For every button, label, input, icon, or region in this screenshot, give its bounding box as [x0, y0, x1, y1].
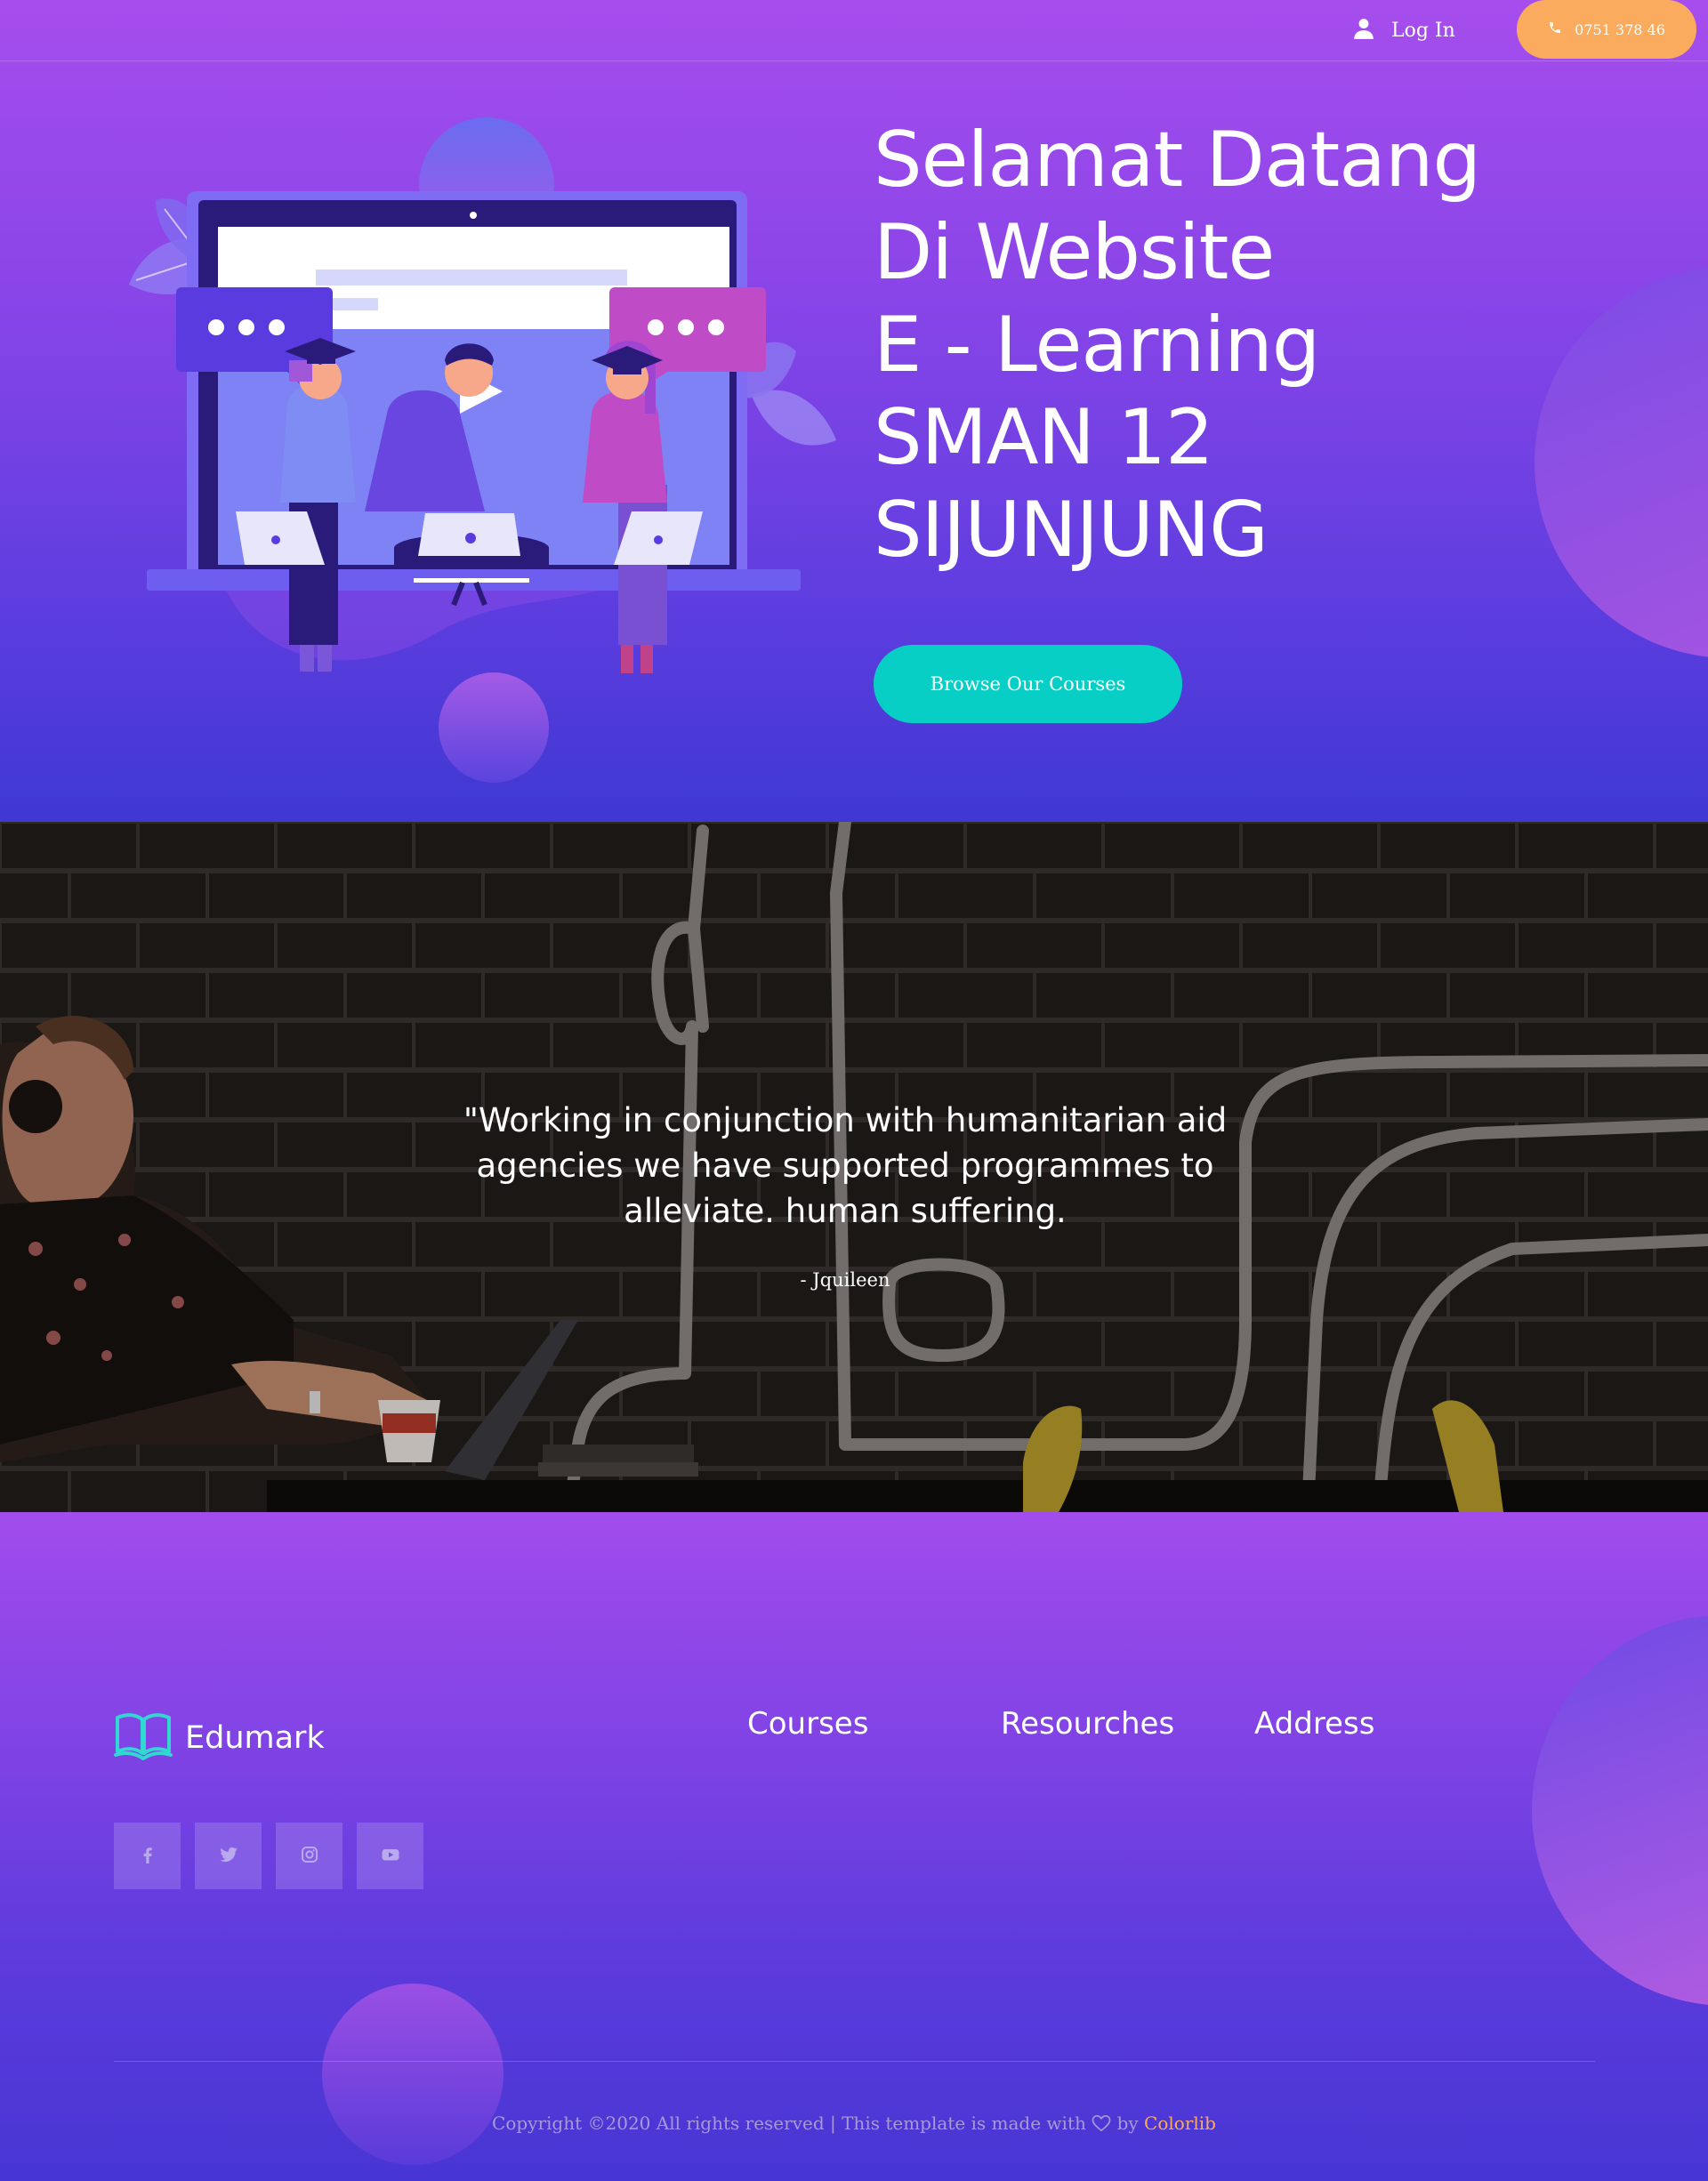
browse-courses-button[interactable]: Browse Our Courses	[874, 645, 1182, 723]
footer: Edumark Courses Resourches Address Copyr…	[0, 1512, 1708, 2181]
instagram-icon	[299, 1844, 320, 1869]
testimonial-section: "Working in conjunction with humanitaria…	[0, 822, 1708, 1512]
twitter-icon	[218, 1844, 239, 1869]
twitter-button[interactable]	[195, 1823, 262, 1889]
e-learning-illustration	[129, 117, 836, 783]
phone-button[interactable]: 0751 378 46	[1517, 0, 1696, 59]
footer-logo[interactable]: Edumark	[114, 1712, 325, 1764]
footer-divider	[114, 2061, 1595, 2062]
hero-title: Selamat Datang Di Website E - Learning S…	[874, 114, 1567, 576]
hero-title-line: SIJUNJUNG	[874, 486, 1269, 575]
hero-section: Log In 0751 378 46 Selamat Datang Di Web…	[0, 0, 1708, 822]
instagram-button[interactable]	[276, 1823, 342, 1889]
quote-text: "Working in conjunction with humanitaria…	[463, 1101, 1228, 1230]
hero-title-line: SMAN 12	[874, 393, 1214, 482]
top-bar: Log In 0751 378 46	[0, 0, 1708, 61]
heart-icon	[1092, 2114, 1111, 2132]
quote-author: - Jquileen	[800, 1269, 890, 1291]
hero-title-line: E - Learning	[874, 301, 1320, 390]
login-link[interactable]: Log In	[1352, 14, 1455, 46]
phone-number: 0751 378 46	[1575, 20, 1665, 38]
logo-text: Edumark	[185, 1720, 325, 1756]
footer-heading-courses[interactable]: Courses	[747, 1706, 868, 1742]
youtube-icon	[380, 1844, 401, 1869]
decorative-circle	[1532, 1614, 1708, 2006]
colorlib-link[interactable]: Colorlib	[1144, 2113, 1216, 2134]
book-icon	[114, 1712, 173, 1764]
hero-title-line: Selamat Datang	[874, 116, 1481, 205]
footer-heading-resources[interactable]: Resourches	[1001, 1706, 1174, 1742]
facebook-button[interactable]	[114, 1823, 181, 1889]
copyright: Copyright ©2020 All rights reserved | Th…	[0, 2113, 1708, 2134]
copyright-by: by	[1116, 2113, 1139, 2134]
decorative-circle	[322, 1984, 504, 2165]
user-icon	[1352, 17, 1375, 44]
youtube-button[interactable]	[357, 1823, 423, 1889]
facebook-icon	[137, 1844, 158, 1869]
hero-title-line: Di Website	[874, 208, 1275, 297]
copyright-text: Copyright ©2020 All rights reserved | Th…	[492, 2113, 1086, 2134]
phone-icon	[1548, 20, 1562, 38]
login-label: Log In	[1391, 19, 1455, 42]
footer-heading-address[interactable]: Address	[1254, 1706, 1374, 1742]
social-links	[114, 1823, 423, 1889]
